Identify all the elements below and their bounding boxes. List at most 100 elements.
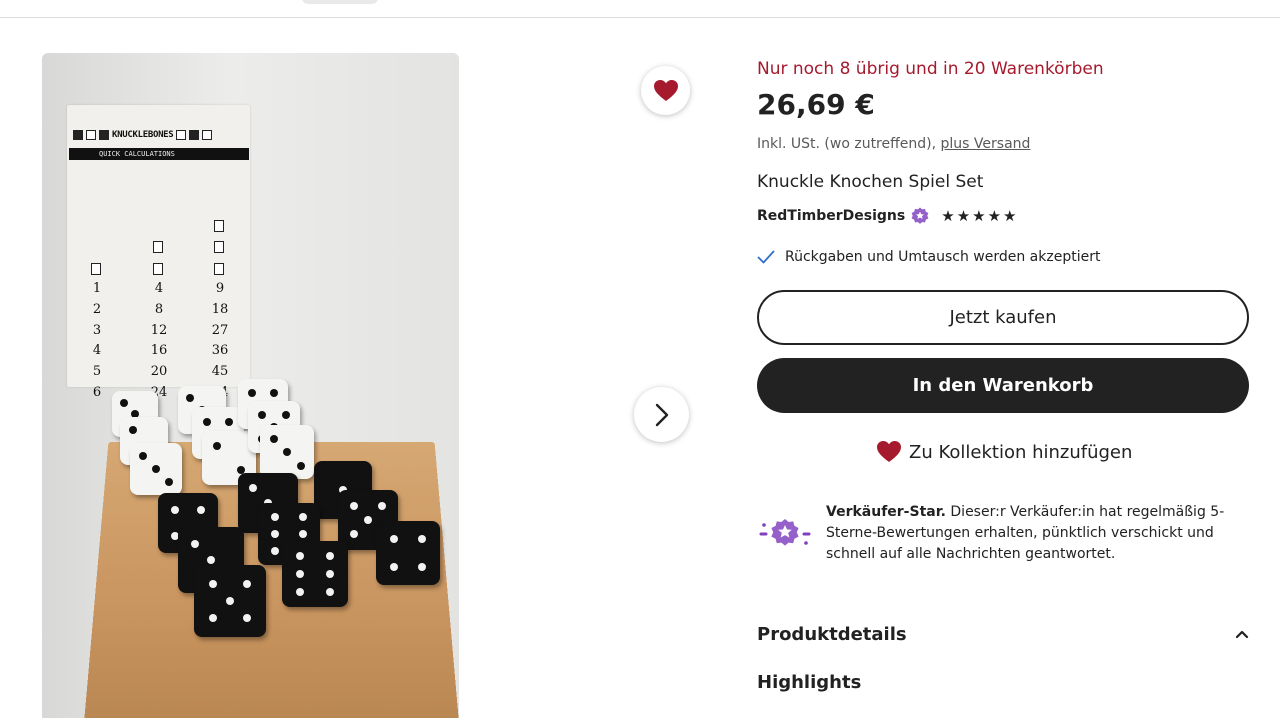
add-to-cart-button[interactable]: In den Warenkorb — [757, 358, 1249, 413]
star-seller-title: Verkäufer-Star. — [826, 504, 946, 520]
pip — [325, 588, 334, 597]
pip — [226, 597, 234, 605]
card-number: 20 — [150, 364, 168, 380]
card-number: 16 — [150, 343, 168, 359]
die — [282, 541, 348, 607]
card-number: 1 — [92, 281, 102, 296]
star-seller-badge-icon — [911, 207, 929, 224]
pip — [213, 442, 222, 451]
pip — [418, 563, 427, 572]
die — [194, 565, 266, 637]
pip — [282, 410, 291, 419]
top-bar — [0, 0, 1280, 18]
card-number: 5 — [92, 364, 102, 380]
pip — [186, 394, 194, 402]
die-icon — [153, 241, 163, 253]
pip — [249, 484, 257, 492]
pip — [208, 579, 217, 588]
card-number: 4 — [92, 343, 102, 359]
tax-info: Inkl. USt. (wo zutreffend), plus Versand — [757, 136, 1030, 152]
star-seller-icon — [759, 519, 811, 546]
pip — [129, 426, 138, 435]
add-to-collection-button[interactable]: Zu Kollektion hinzufügen — [877, 441, 1132, 463]
pip — [418, 534, 427, 543]
pip — [296, 461, 305, 470]
star-icon: ★ — [956, 206, 971, 225]
die-icon — [214, 263, 224, 275]
pip — [270, 389, 278, 397]
pip — [152, 465, 160, 473]
pip — [271, 512, 280, 521]
pip — [349, 501, 358, 510]
pip — [364, 516, 372, 524]
die — [376, 521, 440, 585]
rules-card: KNUCKLEBONES QUICK CALCULATIONS 12345648… — [67, 105, 250, 400]
rating-stars[interactable]: ★ ★ ★ ★ ★ — [941, 206, 1017, 225]
returns-info: Rückgaben und Umtausch werden akzeptiert — [757, 249, 1100, 265]
pip — [243, 579, 252, 588]
pip — [283, 448, 291, 456]
pip — [389, 563, 398, 572]
checkmark-icon — [757, 250, 775, 264]
pip — [298, 530, 307, 538]
product-details-label: Produktdetails — [757, 623, 907, 645]
pip — [197, 505, 206, 514]
listing-title: Knuckle Knochen Spiel Set — [757, 172, 984, 192]
pip — [243, 614, 252, 623]
pip — [170, 505, 179, 514]
chevron-up-icon — [1235, 630, 1249, 639]
star-icon: ★ — [941, 206, 955, 225]
shop-name[interactable]: RedTimberDesigns — [757, 208, 905, 224]
card-number: 18 — [211, 301, 229, 317]
add-to-collection-label: Zu Kollektion hinzufügen — [909, 441, 1133, 463]
product-details-toggle[interactable]: Produktdetails — [757, 620, 1249, 648]
heart-icon — [653, 79, 678, 101]
pip — [257, 410, 266, 419]
favorite-button[interactable] — [641, 66, 690, 115]
card-number: 8 — [154, 301, 164, 317]
card-number: 12 — [150, 322, 168, 338]
pip — [296, 551, 305, 560]
chevron-right-icon — [655, 403, 668, 426]
stock-message: Nur noch 8 übrig und in 20 Warenkörben — [757, 59, 1104, 79]
pip — [207, 556, 215, 564]
card-number: 36 — [211, 343, 229, 359]
card-number: 27 — [211, 322, 229, 338]
pip — [378, 501, 387, 510]
pip — [349, 530, 358, 539]
pip — [298, 512, 307, 521]
pip — [269, 434, 278, 443]
card-number: 6 — [92, 385, 102, 400]
pip — [225, 417, 234, 426]
shop-row: RedTimberDesigns ★ ★ ★ ★ ★ — [757, 206, 1017, 226]
pip — [296, 570, 305, 578]
die-icon — [214, 241, 224, 253]
star-seller-info: Verkäufer-Star. Dieser:r Verkäufer:in ha… — [757, 502, 1249, 572]
pip — [271, 530, 280, 538]
card-number: 2 — [92, 301, 102, 317]
card-number: 3 — [92, 322, 102, 338]
pip — [139, 452, 147, 460]
pip — [271, 547, 280, 556]
die-icon — [214, 220, 224, 232]
pip — [248, 389, 256, 397]
die-icon — [153, 263, 163, 275]
next-image-button[interactable] — [634, 387, 689, 442]
die — [260, 425, 314, 479]
heart-icon — [877, 441, 901, 462]
pip — [325, 570, 334, 578]
shipping-link[interactable]: plus Versand — [941, 136, 1031, 152]
star-seller-text: Verkäufer-Star. Dieser:r Verkäufer:in ha… — [826, 502, 1246, 565]
buy-now-button[interactable]: Jetzt kaufen — [757, 290, 1249, 345]
product-image[interactable]: KNUCKLEBONES QUICK CALCULATIONS 12345648… — [42, 53, 459, 718]
star-icon: ★ — [1003, 206, 1017, 225]
top-tab[interactable] — [302, 0, 378, 4]
die — [130, 443, 182, 495]
pip — [389, 534, 398, 543]
card-number: 45 — [211, 364, 229, 380]
price: 26,69 € — [757, 88, 875, 121]
pip — [296, 588, 305, 597]
card-table: 123456481216202491827364554 — [67, 105, 250, 400]
tax-text: Inkl. USt. (wo zutreffend), — [757, 136, 941, 152]
star-icon: ★ — [972, 206, 986, 225]
